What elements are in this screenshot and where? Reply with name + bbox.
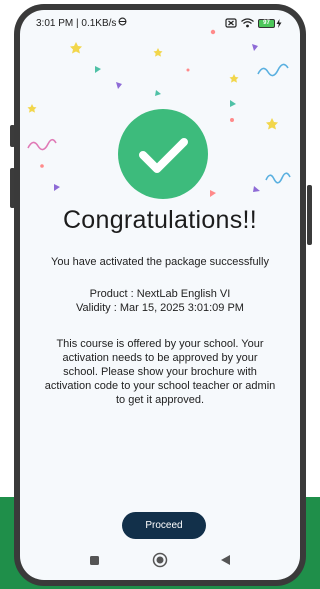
- back-icon[interactable]: [220, 553, 231, 571]
- app-screen: 3:01 PM | 0.1KB/s 97 Congratulations!! Y…: [20, 10, 300, 580]
- proceed-button[interactable]: Proceed: [122, 512, 206, 539]
- package-details: Product : NextLab English VI Validity : …: [20, 287, 300, 315]
- phone-frame: 3:01 PM | 0.1KB/s 97 Congratulations!! Y…: [14, 4, 306, 586]
- system-nav-bar: [20, 544, 300, 580]
- success-message: You have activated the package successfu…: [51, 256, 269, 268]
- product-line: Product : NextLab English VI: [89, 288, 231, 300]
- recents-icon[interactable]: [89, 553, 100, 571]
- validity-line: Validity : Mar 15, 2025 3:01:09 PM: [76, 302, 244, 314]
- home-icon[interactable]: [152, 552, 168, 573]
- page-title: Congratulations!!: [62, 206, 258, 234]
- approval-info: This course is offered by your school. Y…: [44, 338, 276, 406]
- check-icon: [115, 106, 211, 202]
- phone-power-button: [307, 185, 312, 245]
